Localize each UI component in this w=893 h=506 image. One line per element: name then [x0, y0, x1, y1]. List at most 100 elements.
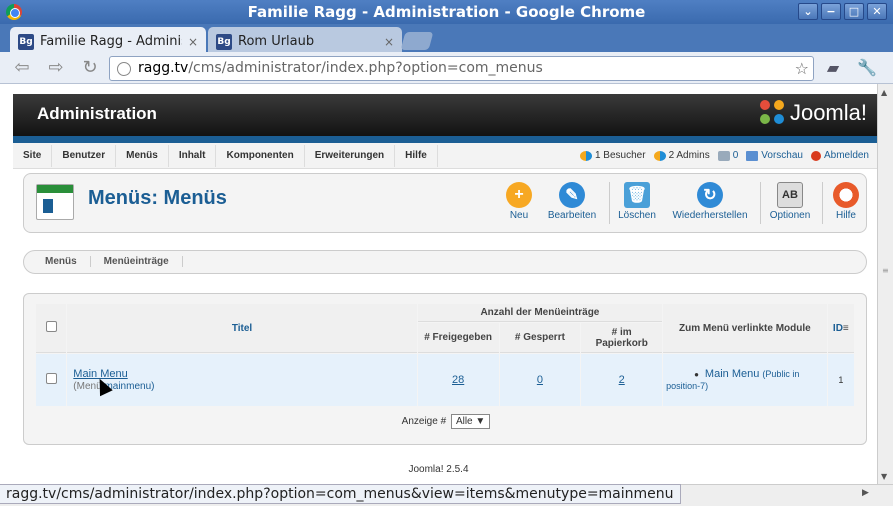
wrench-icon[interactable]: 🔧	[856, 57, 878, 79]
pager-label: Anzeige #	[401, 416, 447, 427]
trashed-count-link[interactable]: 2	[619, 374, 625, 386]
tab-rom-urlaub[interactable]: Bg Rom Urlaub ×	[208, 27, 402, 52]
submenu-menues[interactable]: Menüs	[32, 256, 91, 267]
menu-inhalt[interactable]: Inhalt	[169, 145, 217, 167]
menus-table: Titel Anzahl der Menüeinträge Zum Menü v…	[35, 303, 855, 407]
published-header: # Freigegeben	[417, 323, 499, 353]
row-select	[36, 354, 67, 406]
tab-close-icon[interactable]: ×	[384, 35, 394, 49]
trash-icon: 🗑	[624, 182, 650, 208]
menu-komponenten[interactable]: Komponenten	[216, 145, 305, 167]
options-button[interactable]: AB Optionen	[764, 178, 816, 228]
delete-button[interactable]: 🗑 Löschen	[614, 178, 660, 228]
new-tab-button[interactable]	[400, 32, 434, 50]
menu-hilfe[interactable]: Hilfe	[395, 145, 438, 167]
select-all-checkbox[interactable]	[45, 321, 57, 332]
close-window-button[interactable]: ✕	[867, 3, 887, 20]
joomla-logo: Joomla!	[759, 100, 867, 126]
window-titlebar: Familie Ragg - Administration - Google C…	[0, 0, 893, 24]
unpublished-count-link[interactable]: 0	[537, 374, 543, 386]
menu-menues[interactable]: Menüs	[116, 145, 169, 167]
new-button[interactable]: + Neu	[498, 178, 540, 228]
menu-benutzer[interactable]: Benutzer	[52, 145, 117, 167]
published-count-link[interactable]: 28	[452, 374, 464, 386]
help-button-label: Hilfe	[835, 210, 856, 221]
joomla-version: Joomla! 2.5.4	[408, 464, 469, 475]
window-controls: ⌄ − □ ✕	[798, 3, 887, 20]
edit-button[interactable]: ✎ Bearbeiten	[544, 178, 600, 228]
modules-cell: ● Main Menu (Public in position-7)	[663, 354, 827, 406]
bullet-icon: ●	[694, 370, 699, 379]
visitor-icon	[579, 150, 592, 161]
limit-select[interactable]: Alle ▼	[450, 414, 491, 429]
delete-button-label: Löschen	[618, 210, 656, 221]
forward-arrow-icon[interactable]: ⇨	[44, 57, 68, 79]
submenu-menueeintraege[interactable]: Menüeinträge	[91, 256, 183, 267]
options-icon: AB	[777, 182, 803, 208]
edit-button-label: Bearbeiten	[547, 210, 597, 221]
tab-title: Rom Urlaub	[238, 34, 315, 49]
new-button-label: Neu	[509, 210, 529, 221]
trashed-header: # im Papierkorb	[581, 323, 663, 353]
rebuild-button[interactable]: ↻ Wiederherstellen	[670, 178, 750, 228]
tab-close-icon[interactable]: ×	[188, 35, 198, 49]
window-menu-button[interactable]: ⌄	[798, 3, 818, 20]
preview-icon	[746, 150, 759, 161]
unpublished-header: # Gesperrt	[499, 323, 581, 353]
logout-icon	[810, 150, 821, 161]
menu-title-cell: Main Menu (Menü mainmenu)	[67, 354, 417, 406]
chrome-logo-icon	[6, 4, 22, 20]
admin-icon	[653, 150, 666, 161]
maximize-button[interactable]: □	[844, 3, 864, 20]
id-cell: 1	[827, 354, 854, 406]
preview-link[interactable]: Vorschau	[761, 150, 803, 161]
pagination: Anzeige # Alle ▼	[24, 414, 868, 429]
joomla-mark-icon	[759, 100, 786, 126]
url-host: ragg.tv	[138, 60, 189, 76]
options-button-label: Optionen	[769, 210, 811, 221]
messages-count[interactable]: 0	[733, 150, 739, 161]
unpublished-cell: 0	[499, 354, 581, 406]
address-bar[interactable]: ragg.tv/cms/administrator/index.php?opti…	[109, 56, 814, 81]
scroll-right-icon[interactable]: ▶	[862, 488, 869, 498]
page-icon	[117, 62, 131, 76]
url-path: /cms/administrator/index.php?option=com_…	[188, 60, 543, 76]
scroll-down-icon[interactable]: ▼	[881, 472, 887, 481]
logout-link[interactable]: Abmelden	[824, 150, 869, 161]
module-link[interactable]: Main Menu	[705, 368, 759, 380]
add-icon: +	[506, 182, 532, 208]
tab-strip: Bg Familie Ragg - Administ × Bg Rom Urla…	[0, 24, 893, 52]
menu-site[interactable]: Site	[13, 145, 53, 167]
joomla-logo-text: Joomla!	[789, 100, 867, 125]
rebuild-button-label: Wiederherstellen	[672, 210, 748, 221]
message-icon	[717, 150, 730, 161]
tab-familie-ragg[interactable]: Bg Familie Ragg - Administ ×	[10, 27, 206, 52]
reload-icon[interactable]: ↻	[78, 57, 102, 79]
admin-status: 1 Besucher 2 Admins 0 Vorschau Abmelden	[579, 150, 869, 161]
modules-header: Zum Menü verlinkte Module	[663, 304, 827, 353]
title-header[interactable]: Titel	[67, 304, 417, 353]
joomla-favicon-icon: Bg	[216, 33, 232, 50]
vertical-scrollbar[interactable]: ▲ ≡ ▼	[877, 84, 893, 484]
browser-toolbar: ⇦ ⇨ ↻ ragg.tv/cms/administrator/index.ph…	[0, 52, 893, 84]
admin-title: Administration	[37, 104, 157, 123]
help-button[interactable]: Hilfe	[828, 178, 864, 228]
bookmark-star-icon[interactable]: ☆	[795, 57, 809, 80]
id-header[interactable]: ID≡	[827, 304, 854, 353]
menu-erweiterungen[interactable]: Erweiterungen	[305, 145, 396, 167]
row-checkbox[interactable]	[45, 373, 57, 384]
page-title: Menüs: Menüs	[88, 187, 227, 209]
table-row: Main Menu (Menü mainmenu) 28 0 2 ● Main M…	[36, 354, 854, 406]
book-icon[interactable]: ▰	[822, 57, 844, 79]
tab-title: Familie Ragg - Administ	[40, 34, 182, 49]
minimize-button[interactable]: −	[821, 3, 841, 20]
admin-header: Administration Joomla!	[13, 94, 877, 143]
visitors-count: 1 Besucher	[594, 150, 646, 161]
pencil-icon: ✎	[559, 182, 585, 208]
trashed-cell: 2	[581, 354, 663, 406]
refresh-icon: ↻	[697, 182, 723, 208]
scroll-up-icon[interactable]: ▲	[881, 88, 887, 97]
count-group-header: Anzahl der Menüeinträge	[417, 304, 663, 322]
back-arrow-icon[interactable]: ⇦	[10, 57, 34, 79]
published-cell: 28	[417, 354, 499, 406]
